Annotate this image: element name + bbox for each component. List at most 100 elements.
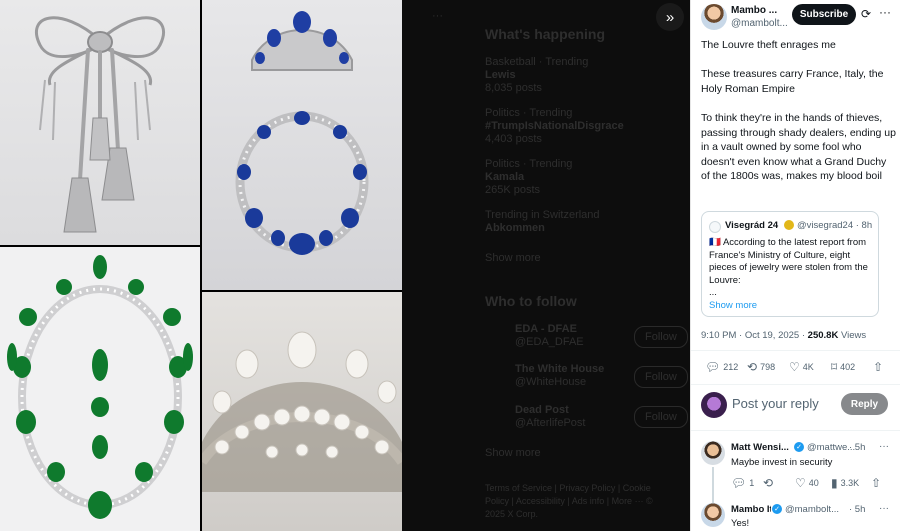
- whats-happening-title: What's happening: [485, 26, 605, 42]
- follow-name: Dead Post: [515, 404, 569, 416]
- reply-avatar[interactable]: [701, 503, 725, 527]
- bookmark-count: 402: [840, 362, 856, 372]
- reply-author-handle[interactable]: @mambolt...: [785, 504, 839, 515]
- repost-action[interactable]: ⟲: [763, 476, 776, 490]
- reply-action[interactable]: 💬︎ 1: [731, 476, 754, 490]
- repost-icon: ⟲: [747, 360, 758, 374]
- follow-button: Follow: [634, 406, 688, 428]
- follow-button: Follow: [634, 366, 688, 388]
- post-actions: 💬︎ 212 ⟲ 798 ♡ 4K ⌑ 402 ⇧: [701, 360, 891, 376]
- author-name[interactable]: Mambo ...: [731, 5, 783, 16]
- reply-author-handle[interactable]: @mattwe...: [807, 442, 855, 453]
- my-avatar[interactable]: [701, 392, 727, 418]
- follow-name: EDA - DFAE: [515, 323, 577, 335]
- reply-text: Maybe invest in security: [731, 457, 833, 468]
- heart-icon: ♡: [789, 360, 800, 374]
- views-action[interactable]: ▮ 3.3K: [831, 476, 859, 490]
- share-action[interactable]: ⇧: [871, 476, 881, 490]
- show-more-link: Show more: [485, 252, 541, 264]
- divider: [691, 384, 900, 385]
- post-paragraph: These treasures carry France, Italy, the…: [701, 68, 884, 95]
- repost-icon: ⟲: [763, 476, 774, 490]
- trend-posts: 265K posts: [485, 184, 541, 196]
- post-paragraph: To think they're in the hands of thieves…: [701, 111, 896, 183]
- author-handle[interactable]: @mambolt...: [731, 18, 789, 29]
- verified-gold-icon: [784, 220, 794, 230]
- follow-handle: @AfterlifePost: [515, 417, 586, 429]
- trend-context: Politics · Trending: [485, 107, 573, 119]
- media-gallery[interactable]: [0, 0, 402, 531]
- share-icon: ⇧: [873, 360, 884, 374]
- emerald-necklace-image[interactable]: [0, 247, 200, 531]
- trend-context: Politics · Trending: [485, 158, 573, 170]
- reply-time[interactable]: · 5h: [849, 442, 865, 453]
- quote-text: 🇫🇷 According to the latest report from F…: [709, 237, 877, 300]
- more-icon[interactable]: ···: [879, 503, 889, 514]
- emerald-illustration: [7, 255, 193, 519]
- sapphire-illustration: [235, 11, 369, 255]
- views-count: 3.3K: [840, 478, 860, 488]
- trend-topic: Kamala: [485, 171, 525, 183]
- reply-time[interactable]: · 5h: [849, 504, 865, 515]
- reply-input[interactable]: Post your reply: [732, 396, 842, 411]
- author-avatar[interactable]: [701, 4, 727, 30]
- views-icon: ▮: [831, 476, 838, 490]
- dimmed-background: ··· What's happening Basketball · Trendi…: [402, 0, 690, 531]
- quote-author-name: Visegrád 24: [725, 220, 779, 231]
- reply-author-name[interactable]: Mambo It...: [731, 504, 771, 515]
- refresh-icon[interactable]: ⟳: [861, 7, 875, 21]
- reply-button[interactable]: Reply: [841, 393, 888, 415]
- like-action[interactable]: ♡ 4K: [789, 360, 814, 374]
- more-icon[interactable]: ···: [879, 441, 889, 452]
- reply-author-name[interactable]: Matt Wensi...: [731, 442, 789, 453]
- quoted-post[interactable]: Visegrád 24 @visegrad24 · 8h 🇫🇷 Accordin…: [701, 211, 879, 317]
- bow-brooch-illustration: [34, 16, 166, 233]
- reply-icon: 💬︎: [705, 360, 721, 374]
- thread-line: [712, 467, 714, 503]
- post-body: The Louvre theft enrages me These treasu…: [701, 38, 897, 199]
- quote-avatar: [709, 221, 721, 233]
- bow-brooch-image[interactable]: [0, 0, 200, 245]
- quote-show-more-link[interactable]: Show more: [709, 300, 757, 311]
- trend-context: Trending in Switzerland: [485, 209, 600, 221]
- show-more-link: Show more: [485, 447, 541, 459]
- reply-count: 212: [723, 362, 739, 372]
- post-header: Mambo ... @mambolt... Subscribe ⟳ ···: [691, 0, 900, 32]
- verified-check-icon: ✓: [794, 442, 804, 452]
- subscribe-button[interactable]: Subscribe: [792, 4, 856, 25]
- trend-posts: 4,403 posts: [485, 133, 542, 145]
- repost-count: 798: [760, 362, 776, 372]
- reply-action[interactable]: 💬︎ 212: [705, 360, 738, 374]
- trend-topic: #TrumpIsNationalDisgrace: [485, 120, 624, 132]
- like-action[interactable]: ♡ 40: [795, 476, 819, 490]
- follow-handle: @EDA_DFAE: [515, 336, 584, 348]
- pearl-tiara-image[interactable]: [202, 292, 402, 531]
- footer-links: Terms of Service | Privacy Policy | Cook…: [485, 483, 653, 519]
- views-label: Views: [838, 330, 867, 341]
- who-to-follow-title: Who to follow: [485, 293, 577, 309]
- bookmark-icon: ⌑: [831, 360, 838, 374]
- divider: [691, 350, 900, 351]
- reply-icon: 💬︎: [731, 476, 747, 490]
- views-count: 250.8K: [807, 330, 839, 341]
- repost-action[interactable]: ⟲ 798: [747, 360, 775, 374]
- bookmark-action[interactable]: ⌑ 402: [831, 360, 855, 374]
- quote-text-body: 🇫🇷 According to the latest report from F…: [709, 237, 868, 286]
- follow-button: Follow: [634, 326, 688, 348]
- post-paragraph: The Louvre theft enrages me: [701, 39, 836, 51]
- post-meta: 9:10 PM · Oct 19, 2025 · 250.8K Views: [701, 330, 866, 341]
- quote-handle: @visegrad24 · 8h: [797, 220, 873, 231]
- share-action[interactable]: ⇧: [873, 360, 883, 374]
- reply-actions: 💬︎ 1 ⟲ ♡ 40 ▮ 3.3K ⇧: [731, 476, 891, 490]
- follow-name: The White House: [515, 363, 605, 375]
- expand-button[interactable]: »: [656, 3, 684, 31]
- more-icon[interactable]: ···: [879, 5, 891, 19]
- like-count: 40: [808, 478, 819, 488]
- post-timestamp[interactable]: 9:10 PM · Oct 19, 2025 ·: [701, 330, 808, 341]
- follow-handle: @WhiteHouse: [515, 376, 587, 388]
- reply-avatar[interactable]: [701, 441, 725, 465]
- double-chevron-right-icon: »: [665, 8, 675, 26]
- reply-count: 1: [749, 478, 755, 488]
- app-root: ··· What's happening Basketball · Trendi…: [0, 0, 900, 531]
- sapphire-jewelry-image[interactable]: [202, 0, 402, 290]
